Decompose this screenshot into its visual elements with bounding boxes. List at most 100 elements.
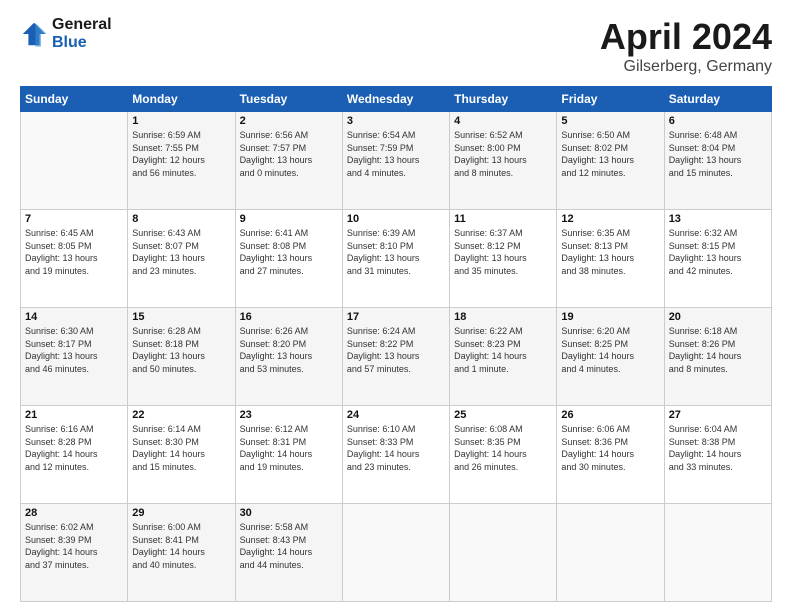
day-info: Sunrise: 6:02 AM Sunset: 8:39 PM Dayligh… — [25, 521, 123, 571]
day-info: Sunrise: 6:14 AM Sunset: 8:30 PM Dayligh… — [132, 423, 230, 473]
week-row-2: 7 Sunrise: 6:45 AM Sunset: 8:05 PM Daylig… — [21, 210, 772, 308]
calendar-cell: 17 Sunrise: 6:24 AM Sunset: 8:22 PM Dayli… — [342, 308, 449, 406]
calendar-cell: 13 Sunrise: 6:32 AM Sunset: 8:15 PM Dayli… — [664, 210, 771, 308]
day-number: 19 — [561, 311, 659, 323]
calendar-cell: 22 Sunrise: 6:14 AM Sunset: 8:30 PM Dayli… — [128, 406, 235, 504]
day-info: Sunrise: 6:16 AM Sunset: 8:28 PM Dayligh… — [25, 423, 123, 473]
day-info: Sunrise: 6:04 AM Sunset: 8:38 PM Dayligh… — [669, 423, 767, 473]
calendar-cell: 23 Sunrise: 6:12 AM Sunset: 8:31 PM Dayli… — [235, 406, 342, 504]
day-number: 10 — [347, 213, 445, 225]
calendar-cell: 10 Sunrise: 6:39 AM Sunset: 8:10 PM Dayli… — [342, 210, 449, 308]
day-info: Sunrise: 6:00 AM Sunset: 8:41 PM Dayligh… — [132, 521, 230, 571]
calendar-cell: 19 Sunrise: 6:20 AM Sunset: 8:25 PM Dayli… — [557, 308, 664, 406]
day-number: 26 — [561, 409, 659, 421]
calendar-cell — [557, 504, 664, 602]
day-number: 15 — [132, 311, 230, 323]
calendar-cell: 20 Sunrise: 6:18 AM Sunset: 8:26 PM Dayli… — [664, 308, 771, 406]
week-row-1: 1Sunrise: 6:59 AM Sunset: 7:55 PM Daylig… — [21, 112, 772, 210]
day-info: Sunrise: 6:39 AM Sunset: 8:10 PM Dayligh… — [347, 227, 445, 277]
day-info: Sunrise: 6:06 AM Sunset: 8:36 PM Dayligh… — [561, 423, 659, 473]
weekday-header-wednesday: Wednesday — [342, 87, 449, 112]
day-info: Sunrise: 6:32 AM Sunset: 8:15 PM Dayligh… — [669, 227, 767, 277]
calendar-cell: 18Sunrise: 6:22 AM Sunset: 8:23 PM Dayli… — [450, 308, 557, 406]
day-info: Sunrise: 6:30 AM Sunset: 8:17 PM Dayligh… — [25, 325, 123, 375]
calendar-cell: 3Sunrise: 6:54 AM Sunset: 7:59 PM Daylig… — [342, 112, 449, 210]
weekday-header-saturday: Saturday — [664, 87, 771, 112]
calendar-cell: 12 Sunrise: 6:35 AM Sunset: 8:13 PM Dayli… — [557, 210, 664, 308]
day-info: Sunrise: 6:43 AM Sunset: 8:07 PM Dayligh… — [132, 227, 230, 277]
calendar-cell — [21, 112, 128, 210]
day-number: 9 — [240, 213, 338, 225]
weekday-header-sunday: Sunday — [21, 87, 128, 112]
calendar-cell: 24 Sunrise: 6:10 AM Sunset: 8:33 PM Dayli… — [342, 406, 449, 504]
day-number: 1 — [132, 115, 230, 127]
day-info: Sunrise: 6:48 AM Sunset: 8:04 PM Dayligh… — [669, 129, 767, 179]
day-info: Sunrise: 6:52 AM Sunset: 8:00 PM Dayligh… — [454, 129, 552, 179]
day-number: 21 — [25, 409, 123, 421]
day-info: Sunrise: 6:45 AM Sunset: 8:05 PM Dayligh… — [25, 227, 123, 277]
day-number: 13 — [669, 213, 767, 225]
day-info: Sunrise: 6:26 AM Sunset: 8:20 PM Dayligh… — [240, 325, 338, 375]
week-row-3: 14 Sunrise: 6:30 AM Sunset: 8:17 PM Dayli… — [21, 308, 772, 406]
calendar-cell: 9 Sunrise: 6:41 AM Sunset: 8:08 PM Daylig… — [235, 210, 342, 308]
weekday-header-tuesday: Tuesday — [235, 87, 342, 112]
weekday-header-row: SundayMondayTuesdayWednesdayThursdayFrid… — [21, 87, 772, 112]
day-number: 23 — [240, 409, 338, 421]
day-number: 3 — [347, 115, 445, 127]
calendar-cell — [664, 504, 771, 602]
day-number: 7 — [25, 213, 123, 225]
day-number: 24 — [347, 409, 445, 421]
day-info: Sunrise: 5:58 AM Sunset: 8:43 PM Dayligh… — [240, 521, 338, 571]
header: General Blue April 2024 Gilserberg, Germ… — [20, 16, 772, 76]
day-number: 17 — [347, 311, 445, 323]
month-title: April 2024 — [600, 16, 772, 58]
page: General Blue April 2024 Gilserberg, Germ… — [0, 0, 792, 612]
day-info: Sunrise: 6:18 AM Sunset: 8:26 PM Dayligh… — [669, 325, 767, 375]
calendar-cell: 21 Sunrise: 6:16 AM Sunset: 8:28 PM Dayli… — [21, 406, 128, 504]
calendar-cell: 25Sunrise: 6:08 AM Sunset: 8:35 PM Dayli… — [450, 406, 557, 504]
day-number: 30 — [240, 507, 338, 519]
calendar-cell: 26 Sunrise: 6:06 AM Sunset: 8:36 PM Dayli… — [557, 406, 664, 504]
calendar-cell: 15 Sunrise: 6:28 AM Sunset: 8:18 PM Dayli… — [128, 308, 235, 406]
calendar-cell: 4 Sunrise: 6:52 AM Sunset: 8:00 PM Daylig… — [450, 112, 557, 210]
day-info: Sunrise: 6:35 AM Sunset: 8:13 PM Dayligh… — [561, 227, 659, 277]
day-number: 28 — [25, 507, 123, 519]
day-number: 2 — [240, 115, 338, 127]
calendar-cell: 6 Sunrise: 6:48 AM Sunset: 8:04 PM Daylig… — [664, 112, 771, 210]
calendar-cell: 5 Sunrise: 6:50 AM Sunset: 8:02 PM Daylig… — [557, 112, 664, 210]
weekday-header-thursday: Thursday — [450, 87, 557, 112]
day-number: 12 — [561, 213, 659, 225]
day-info: Sunrise: 6:10 AM Sunset: 8:33 PM Dayligh… — [347, 423, 445, 473]
day-info: Sunrise: 6:24 AM Sunset: 8:22 PM Dayligh… — [347, 325, 445, 375]
day-info: Sunrise: 6:28 AM Sunset: 8:18 PM Dayligh… — [132, 325, 230, 375]
logo: General Blue — [20, 16, 112, 52]
logo-icon — [20, 20, 48, 48]
calendar-cell: 1Sunrise: 6:59 AM Sunset: 7:55 PM Daylig… — [128, 112, 235, 210]
day-number: 14 — [25, 311, 123, 323]
day-number: 8 — [132, 213, 230, 225]
calendar-cell: 8 Sunrise: 6:43 AM Sunset: 8:07 PM Daylig… — [128, 210, 235, 308]
day-number: 22 — [132, 409, 230, 421]
day-info: Sunrise: 6:20 AM Sunset: 8:25 PM Dayligh… — [561, 325, 659, 375]
day-number: 18 — [454, 311, 552, 323]
day-number: 20 — [669, 311, 767, 323]
calendar-cell: 27 Sunrise: 6:04 AM Sunset: 8:38 PM Dayli… — [664, 406, 771, 504]
title-block: April 2024 Gilserberg, Germany — [600, 16, 772, 76]
day-info: Sunrise: 6:12 AM Sunset: 8:31 PM Dayligh… — [240, 423, 338, 473]
day-number: 29 — [132, 507, 230, 519]
day-number: 6 — [669, 115, 767, 127]
day-info: Sunrise: 6:50 AM Sunset: 8:02 PM Dayligh… — [561, 129, 659, 179]
day-number: 11 — [454, 213, 552, 225]
day-number: 4 — [454, 115, 552, 127]
day-info: Sunrise: 6:37 AM Sunset: 8:12 PM Dayligh… — [454, 227, 552, 277]
day-number: 27 — [669, 409, 767, 421]
day-number: 5 — [561, 115, 659, 127]
week-row-5: 28 Sunrise: 6:02 AM Sunset: 8:39 PM Dayli… — [21, 504, 772, 602]
day-number: 25 — [454, 409, 552, 421]
calendar-cell: 29 Sunrise: 6:00 AM Sunset: 8:41 PM Dayli… — [128, 504, 235, 602]
day-info: Sunrise: 6:41 AM Sunset: 8:08 PM Dayligh… — [240, 227, 338, 277]
location: Gilserberg, Germany — [600, 58, 772, 76]
calendar-cell: 2Sunrise: 6:56 AM Sunset: 7:57 PM Daylig… — [235, 112, 342, 210]
day-number: 16 — [240, 311, 338, 323]
logo-text: General Blue — [52, 16, 112, 52]
